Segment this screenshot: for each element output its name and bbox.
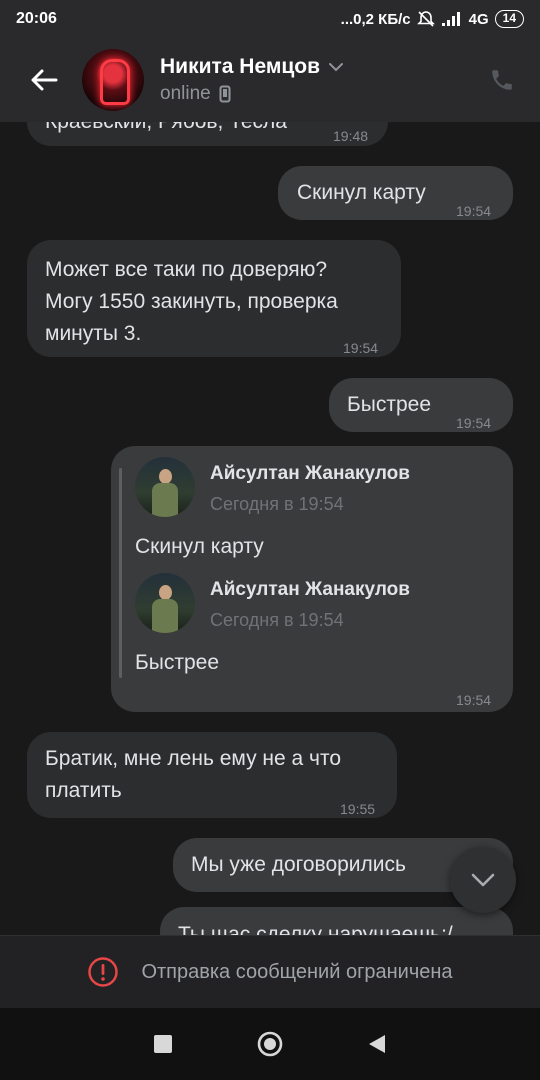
status-bar: 20:06 ...0,2 КБ/с 4G 14 (0, 0, 540, 38)
message-line: платить (45, 779, 122, 802)
scroll-down-button[interactable] (450, 847, 516, 913)
forward-date: Сегодня в 19:54 (210, 494, 344, 514)
network-speed: ...0,2 КБ/с (340, 10, 411, 28)
forward-quote-bar (119, 468, 122, 678)
contact-name-row: Никита Немцов (160, 55, 482, 79)
signal-icon (441, 12, 460, 26)
system-back-button[interactable] (357, 1024, 397, 1064)
chat-header: Никита Немцов online (0, 38, 540, 122)
message-line: Могу 1550 закинуть, проверка (45, 290, 338, 313)
circle-icon (257, 1031, 283, 1057)
message-line: Может все таки по доверяю? (45, 258, 328, 281)
message-time: 19:54 (456, 203, 492, 219)
message-text: Краевский, Рябов, Тесла (45, 122, 287, 138)
contact-status-row: online (160, 83, 482, 105)
chevron-down-icon (471, 873, 495, 887)
message-text: Скинул карту (297, 181, 426, 204)
forward-author-avatar[interactable] (135, 573, 195, 633)
recents-button[interactable] (143, 1024, 183, 1064)
chevron-down-icon (329, 63, 344, 72)
status-time: 20:06 (16, 10, 57, 27)
restriction-text: Отправка сообщений ограничена (141, 960, 453, 983)
phone-icon (492, 70, 512, 90)
message-time: 19:54 (343, 340, 379, 356)
message-outgoing[interactable]: Скинул карту 19:54 (278, 166, 513, 220)
contact-name: Никита Немцов (160, 55, 321, 78)
message-time: 19:48 (333, 128, 369, 144)
message-time: 19:54 (456, 692, 492, 708)
message-time: 19:55 (340, 801, 376, 817)
mobile-phone-icon (219, 85, 231, 103)
message-incoming[interactable]: Братик, мне лень ему не а что платить 19… (27, 732, 397, 818)
network-type: 4G (468, 10, 489, 28)
home-button[interactable] (250, 1024, 290, 1064)
message-text: Мы уже договорились (191, 853, 406, 876)
message-text: Быстрее (347, 393, 432, 416)
message-text: Может все таки по доверяю? Могу 1550 зак… (45, 254, 338, 350)
mute-bell-icon (416, 11, 435, 27)
alert-icon (88, 957, 119, 987)
contact-status: online (160, 83, 211, 104)
message-text: Ты щас сделку нарушаешь:/ (178, 923, 453, 935)
arrow-left-icon (31, 69, 58, 91)
message-text: Братик, мне лень ему не а что платить (45, 743, 341, 807)
forward-author-name[interactable]: Айсултан Жанакулов (210, 463, 410, 485)
triangle-back-icon (368, 1035, 385, 1053)
forward-author-avatar[interactable] (135, 457, 195, 517)
square-icon (154, 1035, 173, 1053)
contact-avatar[interactable] (82, 49, 144, 111)
call-button[interactable] (482, 60, 522, 100)
system-nav-bar (0, 1008, 540, 1080)
battery-icon: 14 (494, 10, 524, 28)
message-outgoing[interactable]: Ты щас сделку нарушаешь:/ (160, 907, 513, 935)
message-time: 19:54 (456, 415, 492, 431)
message-outgoing[interactable]: Быстрее 19:54 (329, 378, 513, 432)
status-indicators: ...0,2 КБ/с 4G 14 (341, 10, 524, 28)
forward-author-name[interactable]: Айсултан Жанакулов (210, 579, 410, 601)
message-line: Братик, мне лень ему не а что (45, 747, 342, 770)
message-line: минуты 3. (45, 322, 142, 345)
forward-text: Скинул карту (135, 535, 264, 558)
message-incoming[interactable]: Краевский, Рябов, Тесла 19:48 (27, 122, 388, 146)
contact-info[interactable]: Никита Немцов online (160, 55, 482, 105)
back-button[interactable] (24, 60, 64, 100)
forward-date: Сегодня в 19:54 (210, 610, 344, 630)
message-list[interactable]: Краевский, Рябов, Тесла 19:48 Скинул кар… (0, 122, 540, 935)
messaging-restricted-banner: Отправка сообщений ограничена (0, 935, 540, 1008)
battery-level: 14 (502, 11, 516, 25)
forward-text: Быстрее (135, 651, 220, 674)
message-incoming[interactable]: Может все таки по доверяю? Могу 1550 зак… (27, 240, 401, 357)
